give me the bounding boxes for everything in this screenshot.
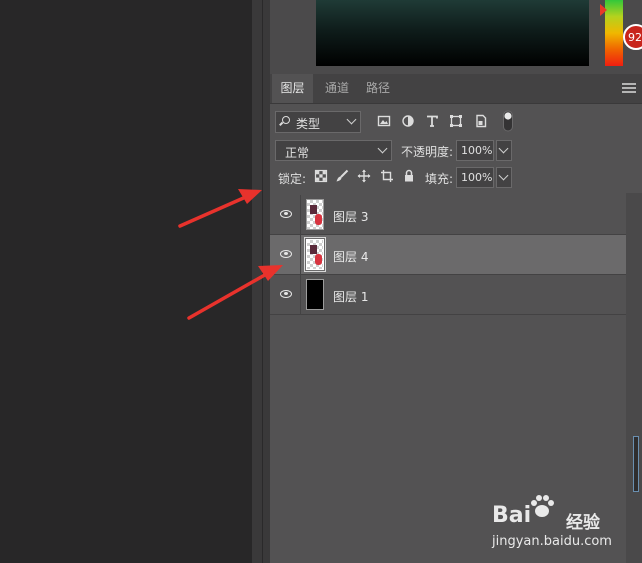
tab-layers[interactable]: 图层 [272, 74, 313, 103]
chevron-down-icon [377, 143, 388, 154]
scrollbar-track[interactable] [626, 193, 642, 563]
layer-name[interactable]: 图层 3 [333, 208, 368, 225]
layer-row-selected[interactable]: 图层 4 [270, 235, 626, 275]
paw-icon [531, 495, 554, 517]
layer-thumbnail[interactable] [306, 199, 324, 230]
canvas-area [0, 0, 252, 563]
scrollbar-thumb[interactable] [633, 436, 639, 492]
visibility-eye-icon[interactable] [280, 250, 292, 258]
shape-filter-icon[interactable] [449, 114, 463, 128]
image-filter-icon[interactable] [377, 114, 391, 128]
visibility-eye-icon[interactable] [280, 210, 292, 218]
opacity-value: 100% [461, 144, 493, 157]
fill-input[interactable]: 100% [456, 167, 494, 188]
hue-marker-icon[interactable] [600, 4, 607, 16]
color-field[interactable] [316, 0, 589, 66]
badge-text: 92 [628, 30, 642, 44]
watermark-suffix: 经验 [566, 513, 600, 533]
opacity-input[interactable]: 100% [456, 140, 494, 161]
lock-label: 锁定: [278, 172, 307, 186]
divider-line [262, 0, 263, 563]
watermark-url: jingyan.baidu.com [492, 534, 612, 549]
lock-artboard-icon[interactable] [380, 169, 394, 183]
fill-value: 100% [461, 171, 493, 184]
layer-thumbnail[interactable] [304, 237, 326, 272]
fill-label: 填充: [425, 172, 454, 186]
fill-dropdown-button[interactable] [496, 167, 512, 188]
lock-all-icon[interactable] [402, 169, 416, 183]
filter-toggle-icon[interactable] [502, 110, 514, 132]
chevron-down-icon [346, 114, 357, 125]
chevron-down-icon [498, 170, 509, 181]
layer-name[interactable]: 图层 4 [333, 248, 368, 265]
visibility-eye-icon[interactable] [280, 290, 292, 298]
layer-row[interactable]: 图层 1 [270, 275, 626, 315]
opacity-label: 不透明度: [401, 145, 454, 159]
hue-slider[interactable] [605, 0, 623, 66]
eye-separator [300, 195, 301, 235]
panel-menu-icon[interactable] [622, 83, 636, 93]
opacity-dropdown-button[interactable] [496, 140, 512, 161]
chevron-down-icon [498, 143, 509, 154]
eye-separator [300, 275, 301, 315]
filter-kind-label: 类型 [296, 117, 321, 131]
lock-transparent-pixels-icon[interactable] [314, 169, 328, 183]
lock-position-icon[interactable] [357, 169, 371, 183]
color-badge: 92 [623, 24, 642, 50]
blend-mode-select[interactable]: 正常 [275, 140, 392, 161]
watermark-logo: Bai [492, 503, 532, 528]
search-icon [282, 116, 290, 124]
adjustment-filter-icon[interactable] [401, 114, 415, 128]
tab-channels[interactable]: 通道 [316, 74, 358, 103]
lock-image-pixels-icon[interactable] [335, 169, 349, 183]
eye-separator [300, 235, 301, 275]
layer-name[interactable]: 图层 1 [333, 288, 368, 305]
tab-paths[interactable]: 路径 [360, 74, 396, 103]
type-filter-icon[interactable] [425, 114, 439, 128]
smart-object-filter-icon[interactable] [474, 114, 488, 128]
panel-divider[interactable] [252, 0, 270, 563]
blend-mode-value: 正常 [285, 146, 310, 160]
layer-row[interactable]: 图层 3 [270, 195, 626, 235]
layer-thumbnail[interactable] [306, 279, 324, 310]
